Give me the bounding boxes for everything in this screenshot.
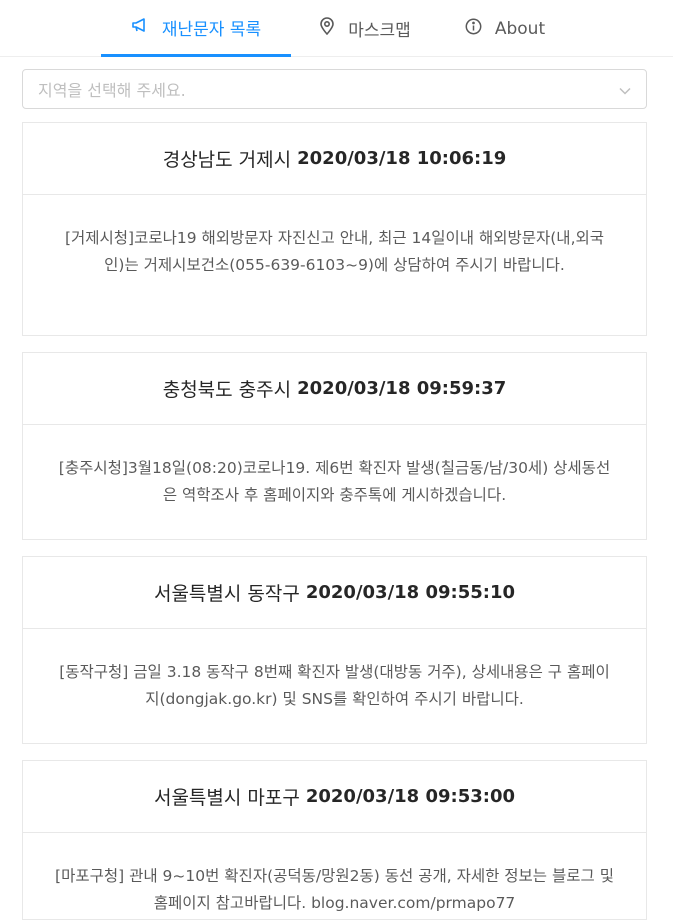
tab-mask-map[interactable]: 마스크맵	[314, 0, 416, 57]
tab-disaster-messages[interactable]: 재난문자 목록	[101, 0, 291, 57]
message-region: 충청북도 충주시	[162, 379, 292, 401]
region-select-placeholder: 지역을 선택해 주세요.	[38, 81, 186, 100]
tab-label: About	[494, 18, 546, 39]
message-region: 경상남도 거제시	[162, 149, 292, 171]
tab-label: 마스크맵	[348, 21, 411, 41]
message-card-header: 경상남도 거제시 2020/03/18 10:06:19	[23, 123, 646, 195]
message-card: 경상남도 거제시 2020/03/18 10:06:19 [거제시청]코로나19…	[22, 122, 647, 336]
message-card-header: 서울특별시 동작구 2020/03/18 09:55:10	[23, 557, 646, 629]
message-card: 서울특별시 마포구 2020/03/18 09:53:00 [마포구청] 관내 …	[22, 760, 647, 920]
message-card: 서울특별시 동작구 2020/03/18 09:55:10 [동작구청] 금일 …	[22, 556, 647, 744]
message-text: [충주시청]3월18일(08:20)코로나19. 제6번 확진자 발생(칠금동/…	[58, 459, 611, 504]
tab-label: 재난문자 목록	[161, 19, 262, 40]
message-datetime: 2020/03/18 10:06:19	[297, 148, 507, 169]
message-text: [마포구청] 관내 9~10번 확진자(공덕동/망원2동) 동선 공개, 자세한…	[55, 867, 614, 912]
message-card: 충청북도 충주시 2020/03/18 09:59:37 [충주시청]3월18일…	[22, 352, 647, 540]
message-text: [거제시청]코로나19 해외방문자 자진신고 안내, 최근 14일이내 해외방문…	[64, 229, 605, 274]
top-nav: 재난문자 목록 마스크맵 About	[0, 0, 673, 57]
message-region: 서울특별시 동작구	[153, 583, 300, 605]
message-region: 서울특별시 마포구	[153, 787, 300, 809]
megaphone-icon	[131, 17, 162, 38]
chevron-down-icon	[618, 83, 632, 102]
message-card-header: 서울특별시 마포구 2020/03/18 09:53:00	[23, 761, 646, 833]
region-select[interactable]: 지역을 선택해 주세요.	[22, 69, 647, 109]
message-text: [동작구청] 금일 3.18 동작구 8번째 확진자 발생(대방동 거주), 상…	[59, 663, 610, 708]
tab-about[interactable]: About	[464, 0, 546, 57]
info-circle-icon	[465, 18, 495, 40]
message-datetime: 2020/03/18 09:55:10	[305, 582, 516, 603]
message-datetime: 2020/03/18 09:53:00	[305, 786, 516, 807]
message-datetime: 2020/03/18 09:59:37	[297, 378, 507, 399]
location-pin-icon	[319, 17, 348, 40]
message-card-header: 충청북도 충주시 2020/03/18 09:59:37	[23, 353, 646, 425]
